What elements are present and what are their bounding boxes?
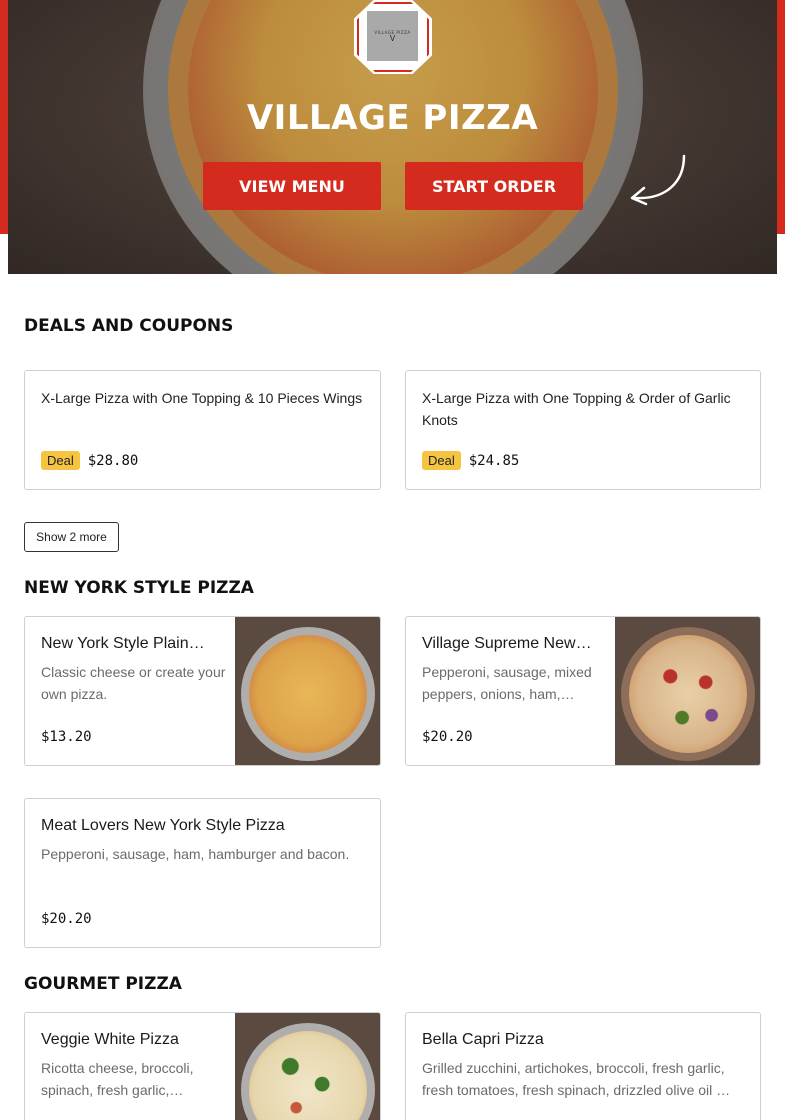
deal-price-row: Deal $24.85 <box>422 451 519 470</box>
logo-letter: V <box>389 33 396 43</box>
menu-item-card[interactable]: Bella Capri Pizza Grilled zucchini, arti… <box>405 1012 761 1120</box>
deal-price: $24.85 <box>468 452 520 469</box>
menu-item-description: Grilled zucchini, artichokes, broccoli, … <box>422 1060 731 1098</box>
deal-badge: Deal <box>41 451 80 470</box>
menu-item-description: Pepperoni, sausage, ham, hamburger and b… <box>41 846 350 862</box>
menu-item-description: Ricotta cheese, broccoli, spinach, fresh… <box>41 1060 194 1098</box>
menu-item-description: Classic cheese or create your own pizza. <box>41 664 226 702</box>
cheese-pizza-image <box>249 635 367 753</box>
menu-item-name: Bella Capri Pizza <box>422 1031 544 1048</box>
menu-item-name: New York Style Plain… <box>41 635 205 652</box>
deal-card[interactable]: X-Large Pizza with One Topping & Order o… <box>405 370 761 490</box>
logo-image: VILLAGE PIZZA V <box>367 11 418 61</box>
deals-section-title: DEALS AND COUPONS <box>24 316 234 336</box>
deal-title: X-Large Pizza with One Topping & 10 Piec… <box>41 390 363 406</box>
menu-item-description: Pepperoni, sausage, mixed peppers, onion… <box>422 664 592 702</box>
start-order-button[interactable]: START ORDER <box>405 162 583 210</box>
menu-item-name: Meat Lovers New York Style Pizza <box>41 817 285 834</box>
menu-item-card[interactable]: Meat Lovers New York Style Pizza Peppero… <box>24 798 381 948</box>
deal-title: X-Large Pizza with One Topping & Order o… <box>422 390 731 428</box>
menu-item-price: $20.20 <box>41 911 92 927</box>
menu-item-card[interactable]: Village Supreme New… Pepperoni, sausage,… <box>405 616 761 766</box>
curved-arrow-icon <box>630 154 686 206</box>
menu-item-image <box>235 617 380 765</box>
menu-item-card[interactable]: Veggie White Pizza Ricotta cheese, brocc… <box>24 1012 381 1120</box>
gourmet-pizza-section-title: GOURMET PIZZA <box>24 974 182 994</box>
deal-badge: Deal <box>422 451 461 470</box>
menu-item-image <box>235 1013 380 1120</box>
view-menu-button[interactable]: VIEW MENU <box>203 162 381 210</box>
menu-item-name: Veggie White Pizza <box>41 1031 179 1048</box>
menu-item-card[interactable]: New York Style Plain… Classic cheese or … <box>24 616 381 766</box>
deal-price: $28.80 <box>87 452 139 469</box>
menu-item-price: $20.20 <box>422 729 473 745</box>
ny-pizza-section-title: NEW YORK STYLE PIZZA <box>24 578 254 598</box>
deal-price-row: Deal $28.80 <box>41 451 138 470</box>
menu-item-image <box>615 617 760 765</box>
deal-card[interactable]: X-Large Pizza with One Topping & 10 Piec… <box>24 370 381 490</box>
supreme-pizza-image <box>629 635 747 753</box>
menu-item-price: $13.20 <box>41 729 92 745</box>
show-more-deals-button[interactable]: Show 2 more <box>24 522 119 552</box>
restaurant-name: VILLAGE PIZZA <box>246 98 539 138</box>
menu-item-name: Village Supreme New… <box>422 635 592 652</box>
